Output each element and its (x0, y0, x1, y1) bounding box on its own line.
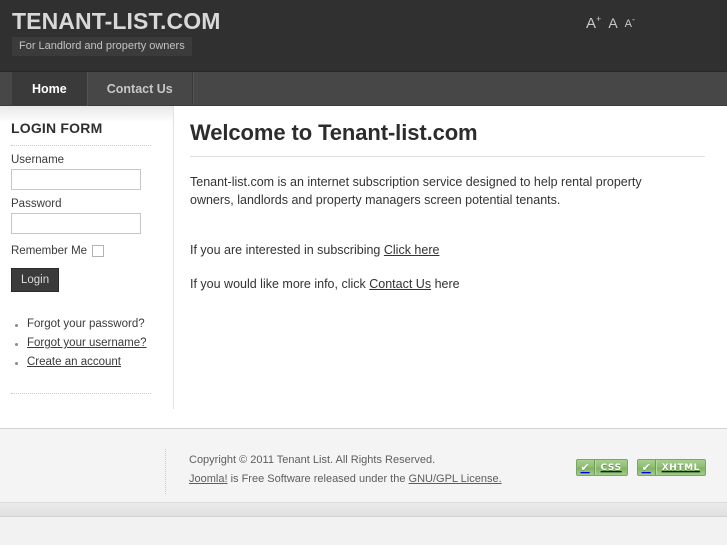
css-validation-badge[interactable]: ✔ CSS (575, 459, 628, 476)
forgot-username-link[interactable]: Forgot your username? (27, 337, 147, 349)
nav-spacer (192, 72, 727, 105)
bottom-fill (0, 517, 727, 538)
forgot-password-link[interactable]: Forgot your password? (27, 318, 145, 330)
site-branding[interactable]: TENANT-LIST.COM For Landlord and propert… (12, 8, 221, 56)
username-input[interactable] (11, 169, 141, 190)
font-increase-letter: A (586, 15, 597, 32)
main-navigation: Home Contact Us (0, 72, 727, 113)
font-size-increase-button[interactable]: A+ (586, 14, 602, 32)
password-input[interactable] (11, 213, 141, 234)
check-icon: ✔ (638, 460, 656, 475)
css-badge-label: CSS (594, 460, 627, 475)
page-title: Welcome to Tenant-list.com (190, 120, 705, 157)
site-tagline: For Landlord and property owners (12, 37, 192, 56)
gnu-gpl-license-link[interactable]: GNU/GPL License. (409, 473, 502, 485)
xhtml-badge-label: XHTML (655, 460, 705, 475)
xhtml-validation-badge[interactable]: ✔ XHTML (636, 459, 706, 476)
font-size-decrease-button[interactable]: A- (624, 15, 635, 30)
content-area: Welcome to Tenant-list.com Tenant-list.c… (174, 106, 727, 428)
main-shell: LOGIN FORM Username Password Remember Me… (0, 106, 727, 429)
bottom-strip (0, 503, 727, 517)
account-links-list: Forgot your password? Forgot your userna… (11, 318, 174, 368)
font-decrease-letter: A (624, 18, 632, 30)
login-form-title: LOGIN FORM (11, 120, 151, 146)
contact-us-link[interactable]: Contact Us (369, 277, 431, 291)
site-title: TENANT-LIST.COM (12, 8, 221, 34)
list-item: Create an account (14, 356, 174, 368)
list-item: Forgot your username? (14, 337, 174, 349)
joomla-link[interactable]: Joomla! (189, 473, 228, 485)
sidebar-divider (11, 393, 151, 394)
username-label: Username (11, 154, 65, 166)
check-icon: ✔ (577, 460, 595, 475)
font-size-reset-button[interactable]: A (608, 16, 617, 30)
create-account-link[interactable]: Create an account (27, 356, 121, 368)
remember-me-row: Remember Me (11, 245, 174, 257)
login-button[interactable]: Login (11, 268, 60, 292)
footer-text-block: Copyright © 2011 Tenant List. All Rights… (189, 451, 502, 489)
site-footer: Copyright © 2011 Tenant List. All Rights… (0, 429, 727, 503)
nav-item-home[interactable]: Home (12, 72, 87, 113)
list-item: Forgot your password? (14, 318, 174, 330)
password-label: Password (11, 198, 62, 210)
more-info-paragraph: If you would like more info, click Conta… (190, 275, 676, 293)
click-here-link[interactable]: Click here (384, 243, 440, 257)
validation-badges: ✔ CSS ✔ XHTML (575, 459, 706, 476)
remember-me-label: Remember Me (11, 245, 88, 257)
nav-item-contact-us[interactable]: Contact Us (86, 72, 193, 106)
license-mid-text: is Free Software released under the (227, 473, 409, 485)
site-header: TENANT-LIST.COM For Landlord and propert… (0, 0, 727, 72)
copyright-text: Copyright © 2011 Tenant List. All Rights… (189, 454, 436, 466)
page-root: TENANT-LIST.COM For Landlord and propert… (0, 0, 727, 545)
font-size-tools: A+ A A- (586, 14, 635, 32)
subscribe-text: If you are interested in subscribing (190, 243, 384, 257)
subscribe-paragraph: If you are interested in subscribing Cli… (190, 241, 676, 259)
intro-paragraph: Tenant-list.com is an internet subscript… (190, 175, 642, 207)
more-info-suffix: here (431, 277, 460, 291)
sidebar: LOGIN FORM Username Password Remember Me… (0, 106, 174, 428)
font-decrease-minus-icon: - (632, 14, 635, 25)
remember-me-checkbox[interactable] (92, 245, 105, 257)
more-info-text: If you would like more info, click (190, 277, 370, 291)
license-line: Joomla! is Free Software released under … (189, 470, 502, 489)
footer-divider (165, 449, 166, 494)
font-increase-plus-icon: + (596, 14, 602, 24)
